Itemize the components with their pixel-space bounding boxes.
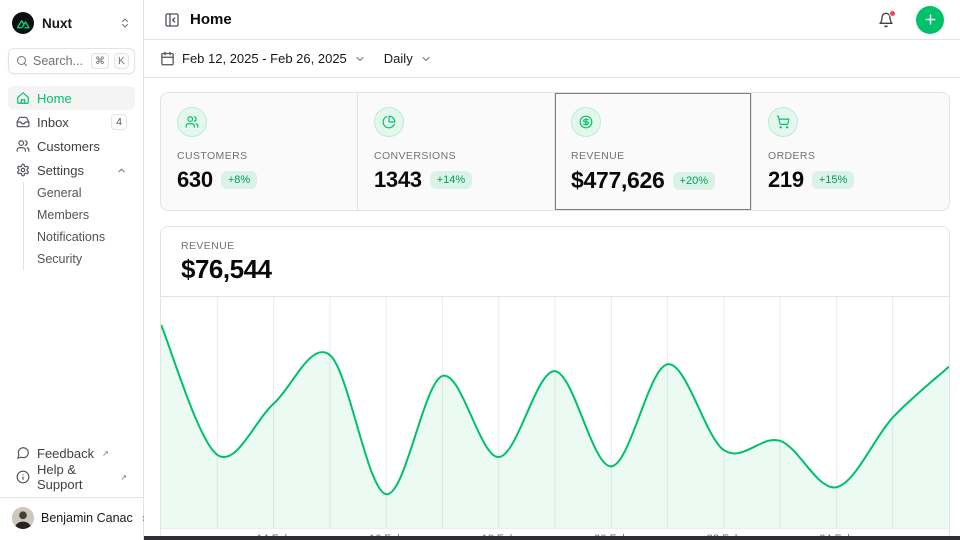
dollar-circle-icon bbox=[571, 107, 601, 137]
revenue-chart-card: REVENUE $76,544 14 Feb16 Feb18 Feb20 Feb… bbox=[160, 226, 950, 540]
notifications-bell-icon[interactable] bbox=[878, 12, 894, 28]
search-icon bbox=[16, 55, 28, 67]
stat-card-orders[interactable]: ORDERS 219 +15% bbox=[752, 93, 949, 210]
period-select[interactable]: Daily bbox=[384, 51, 432, 66]
sidebar-item-settings[interactable]: Settings bbox=[8, 158, 135, 182]
kbd-k: K bbox=[114, 53, 129, 69]
help-support-link[interactable]: Help & Support ↗ bbox=[8, 465, 135, 489]
delta-badge: +15% bbox=[812, 171, 854, 189]
sidebar-item-label: Inbox bbox=[37, 115, 104, 130]
sidebar-nav: Home Inbox 4 Customers Settings bbox=[8, 86, 135, 270]
sidebar-item-security[interactable]: Security bbox=[37, 248, 135, 270]
chart-header: REVENUE $76,544 bbox=[161, 227, 949, 297]
search-input[interactable]: Search... ⌘ K bbox=[8, 48, 135, 74]
external-link-icon: ↗ bbox=[102, 449, 109, 458]
sidebar-item-home[interactable]: Home bbox=[8, 86, 135, 110]
stat-label: CONVERSIONS bbox=[374, 150, 538, 162]
team-switcher[interactable]: Nuxt bbox=[8, 10, 135, 36]
chart-plot-area[interactable] bbox=[161, 297, 949, 529]
stat-value: 219 bbox=[768, 167, 804, 193]
stat-card-conversions[interactable]: CONVERSIONS 1343 +14% bbox=[358, 93, 555, 210]
sidebar-collapse-icon[interactable] bbox=[164, 12, 180, 28]
stat-label: ORDERS bbox=[768, 150, 933, 162]
bottom-dark-strip bbox=[144, 536, 960, 540]
avatar bbox=[12, 507, 34, 529]
page-title: Home bbox=[190, 11, 868, 28]
user-name: Benjamin Canac bbox=[41, 511, 133, 525]
user-menu[interactable]: Benjamin Canac bbox=[8, 504, 135, 532]
shopping-cart-icon bbox=[768, 107, 798, 137]
add-button[interactable] bbox=[916, 6, 944, 34]
chevron-down-icon bbox=[420, 53, 432, 65]
filter-toolbar: Feb 12, 2025 - Feb 26, 2025 Daily bbox=[144, 40, 960, 78]
team-name: Nuxt bbox=[42, 16, 111, 31]
sidebar-item-label: Home bbox=[37, 91, 127, 106]
delta-badge: +8% bbox=[221, 171, 257, 189]
top-header: Home bbox=[144, 0, 960, 40]
sidebar-item-label: Customers bbox=[37, 139, 127, 154]
settings-submenu: General Members Notifications Security bbox=[23, 182, 135, 270]
chat-bubble-icon bbox=[16, 446, 30, 460]
sidebar-divider bbox=[0, 497, 143, 498]
delta-badge: +20% bbox=[673, 172, 715, 190]
users-icon bbox=[16, 139, 30, 153]
sidebar-item-inbox[interactable]: Inbox 4 bbox=[8, 110, 135, 134]
stat-value: $477,626 bbox=[571, 167, 665, 194]
stat-value: 1343 bbox=[374, 167, 422, 193]
date-range-value: Feb 12, 2025 - Feb 26, 2025 bbox=[182, 51, 347, 66]
calendar-icon bbox=[160, 51, 175, 66]
sidebar: Nuxt Search... ⌘ K Home bbox=[0, 0, 144, 540]
help-support-label: Help & Support bbox=[37, 462, 112, 492]
app-root: Nuxt Search... ⌘ K Home bbox=[0, 0, 960, 540]
stat-label: CUSTOMERS bbox=[177, 150, 341, 162]
chart-label: REVENUE bbox=[181, 240, 929, 252]
main-area: Home Feb 12, 2025 - Feb 26, 2025 Daily bbox=[144, 0, 960, 540]
search-placeholder: Search... bbox=[33, 54, 86, 68]
kbd-meta: ⌘ bbox=[91, 53, 109, 69]
revenue-area-chart[interactable] bbox=[161, 297, 949, 529]
users-icon bbox=[177, 107, 207, 137]
sidebar-item-label: Settings bbox=[37, 163, 109, 178]
gear-icon bbox=[16, 163, 30, 177]
stat-card-customers[interactable]: CUSTOMERS 630 +8% bbox=[161, 93, 358, 210]
feedback-label: Feedback bbox=[37, 446, 94, 461]
period-value: Daily bbox=[384, 51, 413, 66]
home-icon bbox=[16, 91, 30, 105]
chevron-up-icon bbox=[116, 165, 127, 176]
inbox-count-badge: 4 bbox=[111, 114, 127, 130]
chevron-down-icon bbox=[354, 53, 366, 65]
notification-dot bbox=[889, 10, 896, 17]
nuxt-logo-icon bbox=[12, 12, 34, 34]
external-link-icon: ↗ bbox=[120, 473, 127, 482]
dashboard-content: CUSTOMERS 630 +8% CONVERSIONS 1343 +14% bbox=[144, 78, 960, 540]
sidebar-item-customers[interactable]: Customers bbox=[8, 134, 135, 158]
info-circle-icon bbox=[16, 470, 30, 484]
chevrons-up-down-icon bbox=[119, 17, 131, 29]
stat-card-revenue[interactable]: REVENUE $477,626 +20% bbox=[555, 93, 752, 210]
sidebar-item-notifications[interactable]: Notifications bbox=[37, 226, 135, 248]
inbox-icon bbox=[16, 115, 30, 129]
stats-row: CUSTOMERS 630 +8% CONVERSIONS 1343 +14% bbox=[160, 92, 950, 211]
stat-value: 630 bbox=[177, 167, 213, 193]
sidebar-item-members[interactable]: Members bbox=[37, 204, 135, 226]
stat-label: REVENUE bbox=[571, 150, 735, 162]
delta-badge: +14% bbox=[430, 171, 472, 189]
sidebar-item-general[interactable]: General bbox=[37, 182, 135, 204]
date-range-picker[interactable]: Feb 12, 2025 - Feb 26, 2025 bbox=[160, 51, 366, 66]
sidebar-footer: Feedback ↗ Help & Support ↗ Benjamin Canac bbox=[8, 441, 135, 532]
pie-chart-icon bbox=[374, 107, 404, 137]
chart-total-value: $76,544 bbox=[181, 254, 929, 285]
